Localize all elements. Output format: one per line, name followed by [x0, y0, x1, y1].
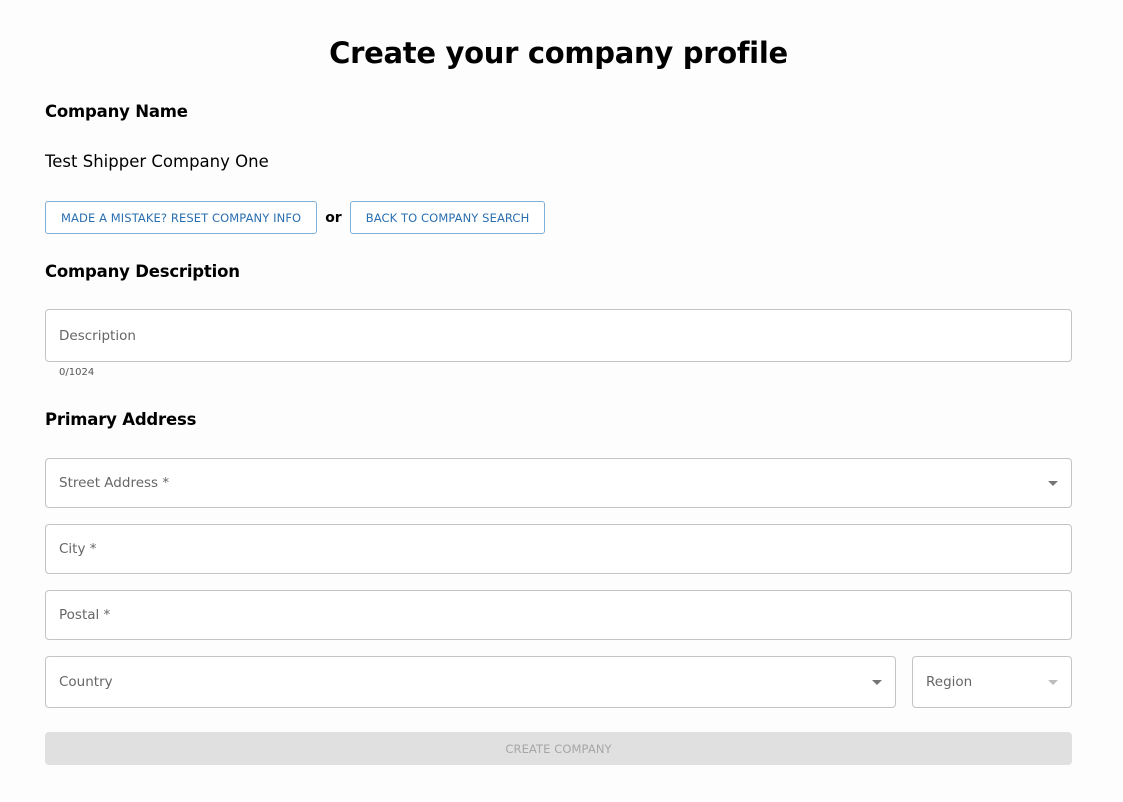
create-company-button[interactable]: CREATE COMPANY — [45, 732, 1072, 765]
description-field[interactable]: Description — [45, 309, 1072, 362]
country-placeholder: Country — [59, 674, 113, 690]
back-to-company-search-button[interactable]: BACK TO COMPANY SEARCH — [349, 201, 546, 234]
primary-address-label: Primary Address — [45, 410, 197, 429]
postal-placeholder: Postal * — [59, 607, 111, 623]
chevron-down-icon[interactable] — [1048, 680, 1058, 685]
region-placeholder: Region — [926, 674, 973, 690]
description-char-counter: 0/1024 — [59, 367, 95, 378]
company-actions: MADE A MISTAKE? RESET COMPANY INFO or BA… — [45, 201, 546, 234]
or-separator: or — [325, 209, 342, 226]
page-title: Create your company profile — [329, 36, 788, 70]
street-address-select[interactable]: Street Address * — [45, 458, 1072, 508]
company-name-value: Test Shipper Company One — [45, 152, 269, 171]
chevron-down-icon[interactable] — [872, 680, 882, 685]
company-description-label: Company Description — [45, 262, 240, 281]
company-name-label: Company Name — [45, 102, 188, 121]
street-address-placeholder: Street Address * — [59, 475, 170, 491]
city-placeholder: City * — [59, 541, 97, 557]
country-select[interactable]: Country — [45, 656, 896, 708]
city-field[interactable]: City * — [45, 524, 1072, 574]
description-placeholder: Description — [59, 327, 136, 344]
company-profile-page: Create your company profile Company Name… — [0, 0, 1123, 802]
region-select[interactable]: Region — [912, 656, 1072, 708]
chevron-down-icon[interactable] — [1048, 481, 1058, 486]
postal-field[interactable]: Postal * — [45, 590, 1072, 640]
reset-company-info-button[interactable]: MADE A MISTAKE? RESET COMPANY INFO — [45, 201, 318, 234]
